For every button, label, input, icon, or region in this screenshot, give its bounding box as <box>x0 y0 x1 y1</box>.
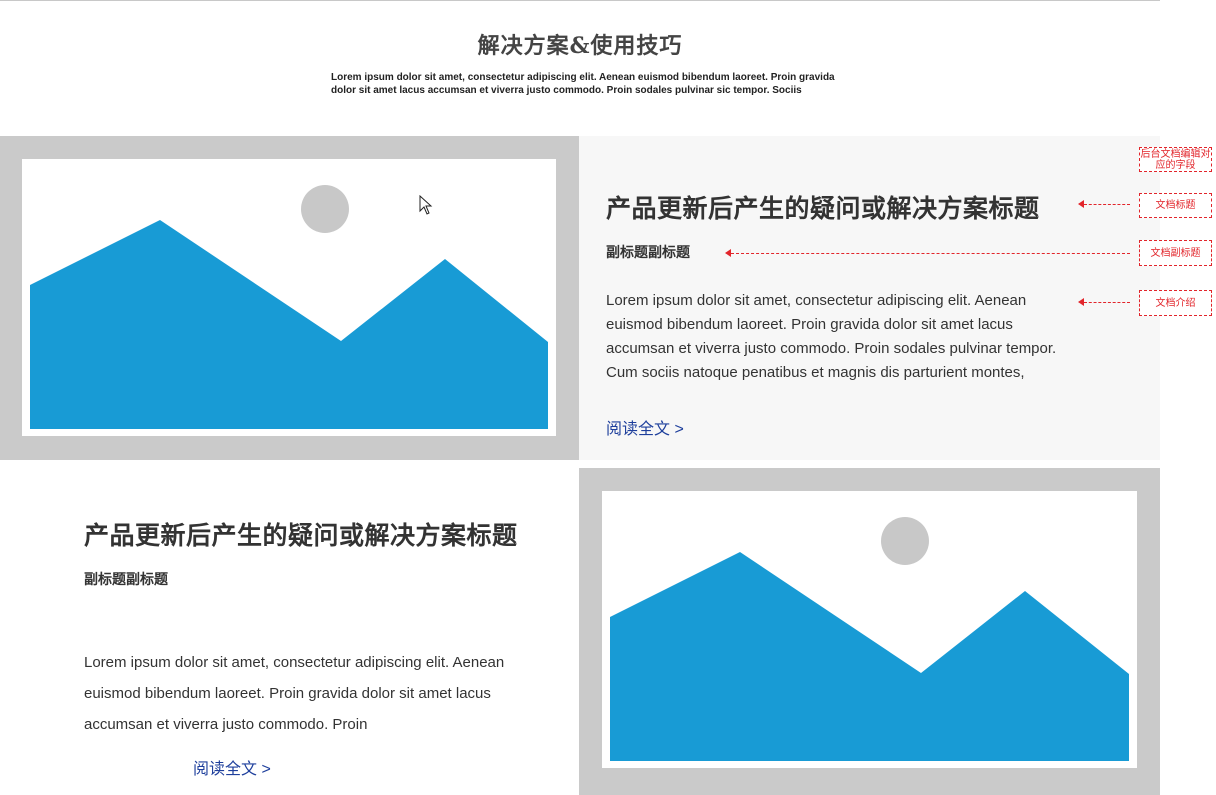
article-image-frame <box>579 468 1160 795</box>
page-title: 解决方案&使用技巧 <box>477 33 683 59</box>
read-more-link[interactable]: 阅读全文 > <box>606 415 684 439</box>
article-body: Lorem ipsum dolor sit amet, consectetur … <box>84 654 505 733</box>
top-divider <box>0 0 1160 1</box>
annotation-connector <box>1084 302 1130 303</box>
annotation-label: 后台文档编辑对应的字段 <box>1140 148 1211 171</box>
annotation-backend-fields: 后台文档编辑对应的字段 <box>1139 147 1212 172</box>
article-row-2: 产品更新后产生的疑问或解决方案标题 副标题副标题 Lorem ipsum dol… <box>0 468 1160 795</box>
annotation-label: 文档介绍 <box>1155 297 1196 309</box>
arrow-left-icon <box>1078 200 1084 208</box>
article-subtitle: 副标题副标题 <box>84 572 168 588</box>
article-image-frame <box>0 136 579 460</box>
article-body: Lorem ipsum dolor sit amet, consectetur … <box>606 292 1057 381</box>
annotation-doc-intro: 文档介绍 <box>1139 290 1212 316</box>
annotation-doc-subtitle: 文档副标题 <box>1139 240 1212 266</box>
mouse-cursor-icon <box>419 195 433 215</box>
article-subtitle: 副标题副标题 <box>606 245 690 261</box>
read-more-link[interactable]: 阅读全文 > <box>193 755 271 779</box>
article-title[interactable]: 产品更新后产生的疑问或解决方案标题 <box>84 516 518 552</box>
article-row-1: 产品更新后产生的疑问或解决方案标题 副标题副标题 Lorem ipsum dol… <box>0 136 1160 460</box>
image-placeholder-icon[interactable] <box>22 159 556 436</box>
article-title[interactable]: 产品更新后产生的疑问或解决方案标题 <box>606 189 1040 225</box>
annotation-label: 文档标题 <box>1155 200 1196 211</box>
arrow-left-icon <box>1078 298 1084 306</box>
annotation-connector <box>1084 204 1130 205</box>
annotation-label: 文档副标题 <box>1150 247 1201 259</box>
page-intro: Lorem ipsum dolor sit amet, consectetur … <box>331 72 835 96</box>
arrow-left-icon <box>725 249 731 257</box>
article-text-panel: 产品更新后产生的疑问或解决方案标题 副标题副标题 Lorem ipsum dol… <box>579 136 1160 460</box>
annotation-connector <box>731 253 1130 254</box>
annotation-doc-title: 文档标题 <box>1139 193 1212 218</box>
image-placeholder-icon[interactable] <box>602 491 1137 768</box>
